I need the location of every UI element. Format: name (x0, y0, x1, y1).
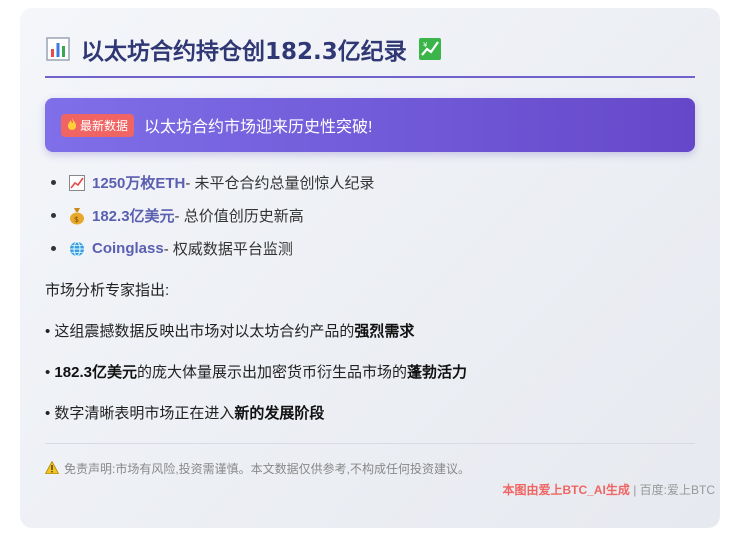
analysis-line: • 这组震撼数据反映出市场对以太坊合约产品的强烈需求 (45, 320, 695, 341)
banner-text: 以太坊合约市场迎来历史性突破! (144, 119, 373, 136)
analysis-bold: 新的发展阶段 (234, 405, 325, 422)
disclaimer-text: 免责声明:市场有风险,投资需谨慎。本文数据仅供参考,不构成任何投资建议。 (64, 462, 471, 476)
bullet (51, 246, 56, 251)
analysis-bold: 蓬勃活力 (406, 364, 467, 381)
point-desc: - 未平仓合约总量创惊人纪录 (185, 175, 375, 192)
key-points-list: 1250万枚ETH - 未平仓合约总量创惊人纪录 $ 182.3亿美元 - 总价… (45, 166, 695, 265)
analysis-bold: 强烈需求 (354, 323, 415, 340)
point-desc: - 权威数据平台监测 (163, 241, 293, 258)
badge-label: 最新数据 (80, 118, 129, 133)
warning-icon (44, 460, 60, 477)
analysis-text: • 这组震撼数据反映出市场对以太坊合约产品的 (45, 323, 355, 340)
svg-text:¥: ¥ (423, 41, 428, 49)
list-item: 1250万枚ETH - 未平仓合约总量创惊人纪录 (45, 166, 695, 199)
globe-icon (68, 240, 86, 258)
list-item: Coinglass - 权威数据平台监测 (45, 232, 695, 265)
bullet (51, 213, 56, 218)
divider (45, 443, 695, 444)
point-highlight: Coinglass (92, 240, 164, 257)
analysis-text: 的庞大体量展示出加密货币衍生品市场的 (136, 364, 407, 381)
analysis-text: • 数字清晰表明市场正在进入 (45, 405, 235, 422)
analysis-bold: 182.3亿美元 (54, 364, 137, 381)
footer-separator: | (629, 483, 640, 497)
fire-icon (67, 117, 77, 133)
bullet (51, 180, 56, 185)
analysis-line: • 数字清晰表明市场正在进入新的发展阶段 (45, 402, 695, 423)
money-bag-icon: $ (68, 207, 86, 225)
content-card: 以太坊合约持仓创182.3亿纪录 ¥ 最新数据 以太坊合约市场迎来历史性突破! (20, 8, 720, 528)
bar-chart-icon (45, 36, 71, 62)
list-item: $ 182.3亿美元 - 总价值创历史新高 (45, 199, 695, 232)
title-row: 以太坊合约持仓创182.3亿纪录 ¥ (45, 32, 695, 78)
footer-credit: 本图由爱上BTC_AI生成 (502, 483, 630, 497)
point-desc: - 总价值创历史新高 (174, 208, 304, 225)
analysis-text: • (45, 364, 55, 381)
point-highlight: 182.3亿美元 (92, 208, 175, 225)
latest-data-badge: 最新数据 (61, 113, 135, 137)
analysis-intro: 市场分析专家指出: (45, 282, 170, 299)
chart-up-icon (68, 174, 86, 192)
page-title: 以太坊合约持仓创182.3亿纪录 (81, 39, 407, 65)
news-banner: 最新数据 以太坊合约市场迎来历史性突破! (45, 98, 695, 152)
footer-source: 百度:爱上BTC (639, 483, 715, 497)
point-highlight: 1250万枚ETH (92, 175, 186, 192)
analysis-line: • 182.3亿美元的庞大体量展示出加密货币衍生品市场的蓬勃活力 (45, 361, 695, 382)
disclaimer: 免责声明:市场有风险,投资需谨慎。本文数据仅供参考,不构成任何投资建议。 (44, 460, 695, 477)
chart-up-icon: ¥ (417, 36, 443, 62)
svg-text:$: $ (74, 215, 79, 224)
footer: 本图由爱上BTC_AI生成 | 百度:爱上BTC (503, 481, 715, 498)
